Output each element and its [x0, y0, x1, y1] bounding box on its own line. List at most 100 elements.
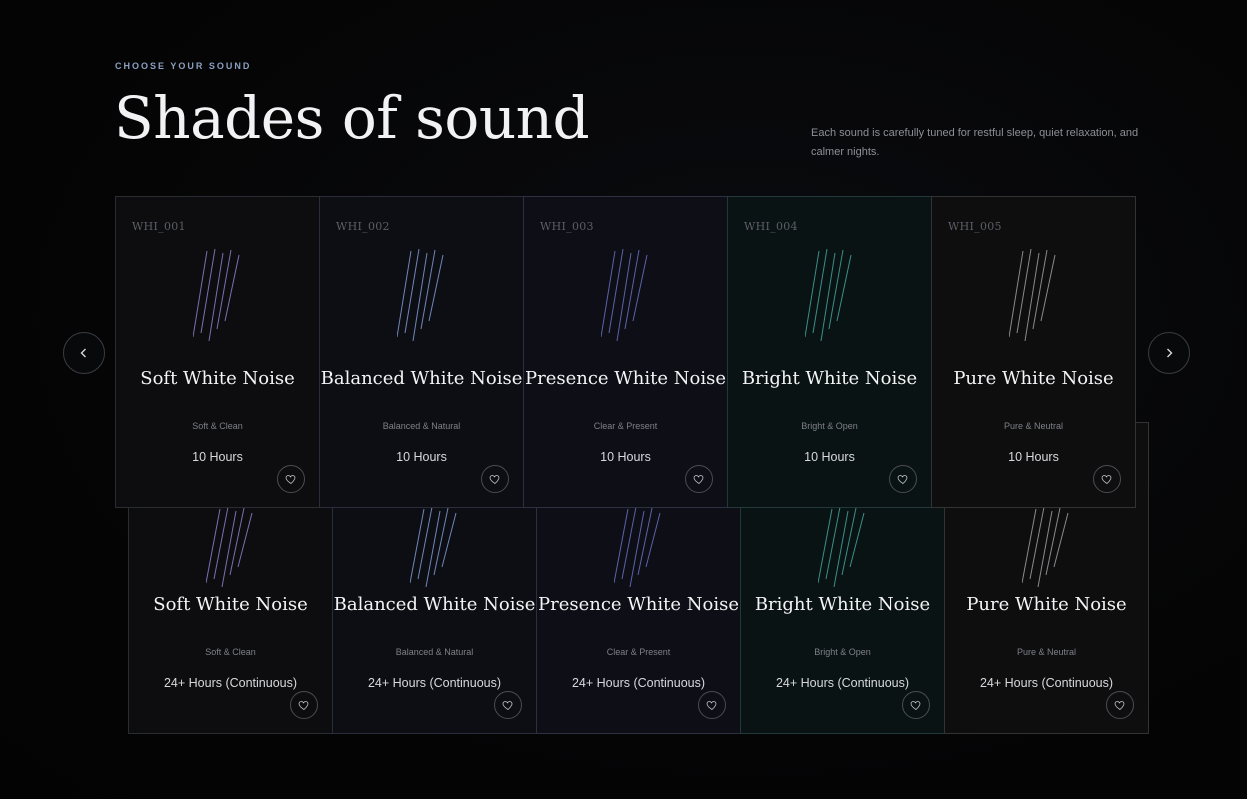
waveform-line: [833, 510, 848, 587]
waveform-line: [425, 510, 440, 587]
favorite-button[interactable]: [685, 465, 713, 493]
card-duration: 24+ Hours (Continuous): [571, 676, 706, 690]
card-title: Presence White Noise: [525, 368, 726, 389]
favorite-button[interactable]: [902, 691, 930, 719]
diagonal-lines-icon: [613, 507, 660, 587]
sound-card[interactable]: WHI_002 Balanced White Noise Balanced & …: [319, 196, 524, 508]
heart-icon: [502, 701, 513, 710]
card-title: Balanced White Noise: [333, 594, 536, 615]
card-subtitle: Bright & Open: [801, 421, 858, 431]
cards-row-10-hours: WHI_001 Soft White Noise Soft & Clean 10…: [115, 196, 1136, 508]
waveform-line: [396, 250, 411, 338]
card-subtitle: Pure & Neutral: [1016, 647, 1077, 657]
sound-card[interactable]: WHI_001 Soft White Noise Soft & Clean 10…: [115, 196, 320, 508]
favorite-button[interactable]: [1093, 465, 1121, 493]
card-title: Soft White Noise: [153, 594, 308, 615]
waveform-line: [404, 249, 419, 334]
heart-icon: [489, 475, 500, 484]
card-duration: 24+ Hours (Continuous): [775, 676, 910, 690]
diagonal-lines-icon: [409, 507, 456, 587]
sound-card[interactable]: WHI_003 Presence White Noise Clear & Pre…: [523, 196, 728, 508]
waveform-line: [828, 249, 843, 330]
waveform-line: [804, 250, 819, 338]
card-subtitle: Soft & Clean: [192, 421, 243, 431]
carousel-prev-button[interactable]: [63, 332, 105, 374]
heart-icon: [298, 701, 309, 710]
waveform-line: [420, 249, 435, 330]
favorite-button[interactable]: [1106, 691, 1134, 719]
waveform-line: [441, 512, 456, 568]
favorite-button[interactable]: [889, 465, 917, 493]
card-title: Bright White Noise: [754, 594, 931, 615]
heart-icon: [910, 701, 921, 710]
favorite-button[interactable]: [277, 465, 305, 493]
section-eyebrow: CHOOSE YOUR SOUND: [115, 61, 252, 71]
favorite-button[interactable]: [290, 691, 318, 719]
waveform-line: [836, 254, 851, 322]
diagonal-lines-icon: [804, 249, 851, 341]
card-duration: 10 Hours: [600, 450, 651, 464]
carousel-next-button[interactable]: [1148, 332, 1190, 374]
waveform-line: [229, 507, 244, 576]
waveform-line: [1053, 512, 1068, 568]
waveform-line: [412, 252, 427, 341]
waveform-line: [409, 508, 424, 584]
waveform-line: [237, 512, 252, 568]
card-duration: 10 Hours: [192, 450, 243, 464]
card-subtitle: Pure & Neutral: [1003, 421, 1064, 431]
waveform-line: [817, 508, 832, 584]
diagonal-lines-icon: [192, 249, 239, 341]
card-subtitle: Clear & Present: [606, 647, 671, 657]
waveform-line: [600, 250, 615, 338]
waveform-line: [812, 249, 827, 334]
waveform-line: [1037, 510, 1052, 587]
waveform-line: [1032, 249, 1047, 330]
card-duration: 24+ Hours (Continuous): [163, 676, 298, 690]
sound-card[interactable]: WHI_005 Pure White Noise Pure & Neutral …: [931, 196, 1136, 508]
card-title: Bright White Noise: [741, 368, 918, 389]
card-title: Pure White Noise: [966, 594, 1127, 615]
waveform-line: [637, 507, 652, 576]
card-code: WHI_003: [540, 220, 594, 233]
card-duration: 10 Hours: [396, 450, 447, 464]
card-subtitle: Soft & Clean: [205, 647, 256, 657]
sound-card[interactable]: WHI_004 Bright White Noise Bright & Open…: [727, 196, 932, 508]
favorite-button[interactable]: [494, 691, 522, 719]
chevron-right-icon: [1167, 348, 1173, 358]
card-duration: 10 Hours: [1008, 450, 1059, 464]
diagonal-lines-icon: [396, 249, 443, 341]
waveform-line: [428, 254, 443, 322]
waveform-line: [608, 249, 623, 334]
waveform-line: [841, 507, 856, 576]
card-subtitle: Bright & Open: [814, 647, 871, 657]
waveform-line: [1024, 252, 1039, 341]
heart-icon: [1114, 701, 1125, 710]
waveform-line: [645, 512, 660, 568]
waveform-line: [1008, 250, 1023, 338]
favorite-button[interactable]: [698, 691, 726, 719]
card-code: WHI_002: [336, 220, 390, 233]
waveform-line: [1021, 508, 1036, 584]
waveform-line: [616, 252, 631, 341]
card-title: Pure White Noise: [953, 368, 1114, 389]
waveform-line: [629, 510, 644, 587]
favorite-button[interactable]: [481, 465, 509, 493]
waveform-line: [632, 254, 647, 322]
waveform-line: [433, 507, 448, 576]
waveform-line: [624, 249, 639, 330]
waveform-line: [1040, 254, 1055, 322]
waveform-line: [820, 252, 835, 341]
card-duration: 24+ Hours (Continuous): [367, 676, 502, 690]
diagonal-lines-icon: [205, 507, 252, 587]
card-title: Soft White Noise: [140, 368, 295, 389]
waveform-line: [1016, 249, 1031, 334]
heart-icon: [1101, 475, 1112, 484]
diagonal-lines-icon: [600, 249, 647, 341]
card-title: Balanced White Noise: [320, 368, 523, 389]
heart-icon: [897, 475, 908, 484]
waveform-line: [200, 249, 215, 334]
card-title: Presence White Noise: [538, 594, 739, 615]
waveform-line: [849, 512, 864, 568]
waveform-line: [208, 252, 223, 341]
page-title: Shades of sound: [114, 84, 590, 152]
